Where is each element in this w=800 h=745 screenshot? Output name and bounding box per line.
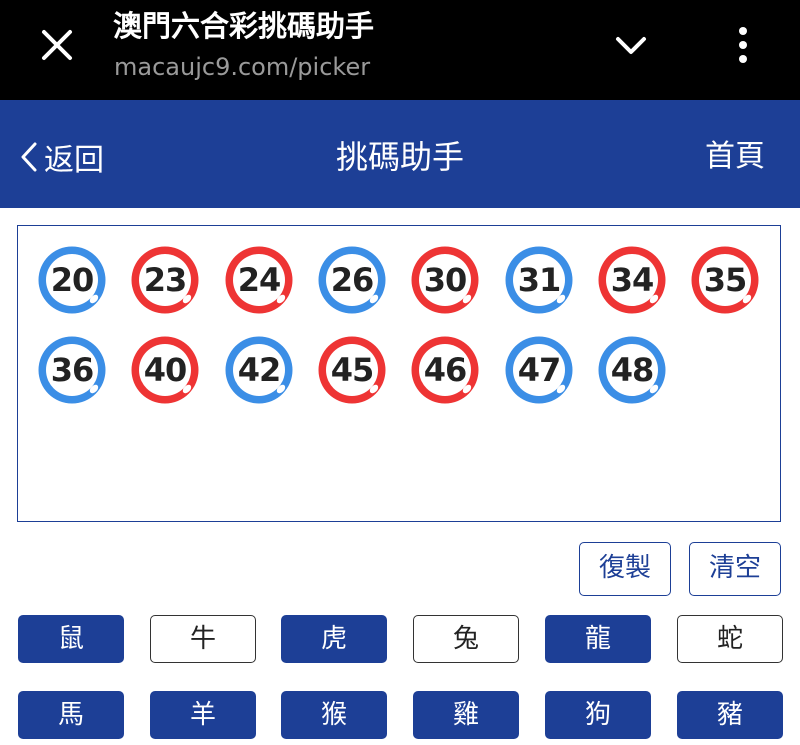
zodiac-button[interactable]: 雞 (413, 691, 519, 739)
number-ball[interactable]: 36 (36, 334, 108, 406)
number-ball[interactable]: 20 (36, 244, 108, 316)
close-icon (42, 30, 72, 60)
zodiac-button[interactable]: 兔 (413, 615, 519, 663)
browser-page-title: 澳門六合彩挑碼助手 (113, 9, 375, 43)
expand-button[interactable] (608, 26, 654, 66)
number-ball[interactable]: 40 (129, 334, 201, 406)
zodiac-button[interactable]: 牛 (150, 615, 256, 663)
number-ball[interactable]: 26 (316, 244, 388, 316)
chevron-left-icon (21, 142, 37, 172)
back-button[interactable]: 返回 (18, 132, 104, 182)
home-link[interactable]: 首頁 (690, 132, 780, 182)
zodiac-button[interactable]: 龍 (545, 615, 651, 663)
ball-number: 45 (330, 351, 375, 389)
ball-number: 20 (50, 261, 95, 299)
number-ball[interactable]: 34 (596, 244, 668, 316)
ball-number: 46 (423, 351, 468, 389)
zodiac-button[interactable]: 狗 (545, 691, 651, 739)
ball-number: 36 (50, 351, 95, 389)
more-options-button[interactable] (726, 22, 760, 68)
number-ball[interactable]: 45 (316, 334, 388, 406)
number-ball[interactable]: 31 (503, 244, 575, 316)
number-ball[interactable]: 47 (503, 334, 575, 406)
ball-number: 47 (517, 351, 562, 389)
ball-number: 35 (703, 261, 748, 299)
more-vertical-icon (739, 27, 747, 63)
ball-number: 23 (143, 261, 188, 299)
ball-number: 31 (517, 261, 562, 299)
number-ball[interactable]: 46 (409, 334, 481, 406)
ball-number: 26 (330, 261, 375, 299)
zodiac-button[interactable]: 蛇 (677, 615, 783, 663)
page-title: 挑碼助手 (335, 138, 464, 176)
number-ball[interactable]: 35 (689, 244, 761, 316)
chevron-down-icon (616, 37, 646, 54)
clear-button[interactable]: 清空 (689, 542, 781, 596)
zodiac-button[interactable]: 羊 (150, 691, 256, 739)
ball-number: 30 (423, 261, 468, 299)
close-button[interactable] (34, 22, 80, 68)
ball-number: 34 (610, 261, 655, 299)
zodiac-button[interactable]: 馬 (18, 691, 124, 739)
back-label: 返回 (44, 143, 104, 178)
ball-number: 48 (610, 351, 655, 389)
zodiac-button[interactable]: 豬 (677, 691, 783, 739)
number-ball[interactable]: 30 (409, 244, 481, 316)
number-ball[interactable]: 23 (129, 244, 201, 316)
zodiac-button[interactable]: 虎 (281, 615, 387, 663)
ball-number: 24 (237, 261, 282, 299)
number-ball[interactable]: 24 (223, 244, 295, 316)
copy-button[interactable]: 復製 (579, 542, 671, 596)
zodiac-button[interactable]: 猴 (281, 691, 387, 739)
ball-number: 42 (237, 351, 282, 389)
browser-url[interactable]: macaujc9.com/picker (114, 50, 370, 84)
zodiac-button[interactable]: 鼠 (18, 615, 124, 663)
ball-number: 40 (143, 351, 188, 389)
number-ball[interactable]: 48 (596, 334, 668, 406)
number-ball[interactable]: 42 (223, 334, 295, 406)
